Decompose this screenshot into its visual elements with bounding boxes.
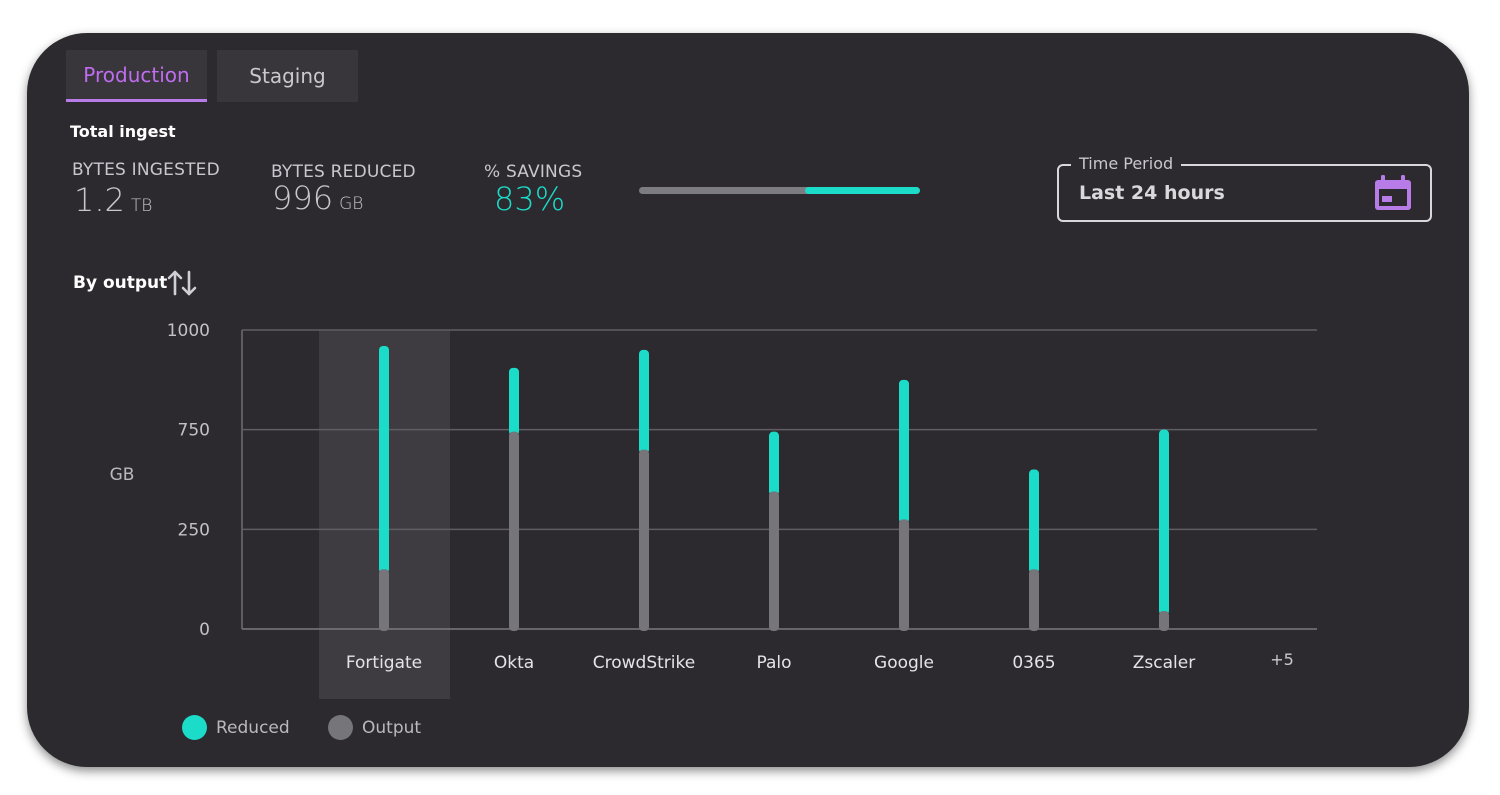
bar-output bbox=[899, 519, 909, 631]
more-outputs-label: +5 bbox=[1270, 650, 1294, 669]
legend-output-label: Output bbox=[362, 717, 422, 738]
x-tick-label: Palo bbox=[756, 653, 791, 673]
bar-output bbox=[639, 449, 649, 631]
bar-output bbox=[1029, 569, 1039, 631]
bar-reduced bbox=[639, 349, 649, 454]
y-tick-label: 250 bbox=[178, 520, 210, 540]
x-tick-label: 0365 bbox=[1012, 653, 1055, 673]
legend-reduced-label: Reduced bbox=[216, 717, 290, 738]
x-tick-label: CrowdStrike bbox=[593, 653, 695, 673]
bar-output bbox=[379, 569, 389, 631]
y-tick-label: 1000 bbox=[167, 321, 210, 341]
bar-reduced bbox=[1029, 469, 1039, 574]
bar-output bbox=[1159, 611, 1169, 631]
x-tick-label: Google bbox=[874, 653, 934, 673]
bar-reduced bbox=[769, 431, 779, 496]
legend-output-swatch bbox=[328, 715, 353, 740]
legend-output: Output bbox=[328, 715, 421, 740]
legend-reduced: Reduced bbox=[182, 715, 290, 740]
y-tick-label: 750 bbox=[178, 421, 210, 441]
legend-reduced-swatch bbox=[182, 715, 207, 740]
bar-reduced bbox=[899, 379, 909, 524]
ingest-panel: Production Staging Total ingest BYTES IN… bbox=[27, 33, 1469, 767]
y-tick-label: 0 bbox=[199, 620, 210, 640]
x-tick-label: Zscaler bbox=[1133, 653, 1195, 673]
bar-output bbox=[509, 431, 519, 631]
bar-reduced bbox=[379, 345, 389, 574]
bar-reduced bbox=[1159, 429, 1169, 616]
bar-reduced bbox=[509, 367, 519, 436]
x-tick-label: Okta bbox=[494, 653, 534, 673]
output-bar-chart: 0 250 750 1000 GB Fortigate Okta CrowdStrike Pal… bbox=[110, 321, 1317, 699]
x-tick-label: Fortigate bbox=[346, 653, 422, 673]
y-axis-label: GB bbox=[110, 465, 135, 485]
bar-output bbox=[769, 491, 779, 631]
